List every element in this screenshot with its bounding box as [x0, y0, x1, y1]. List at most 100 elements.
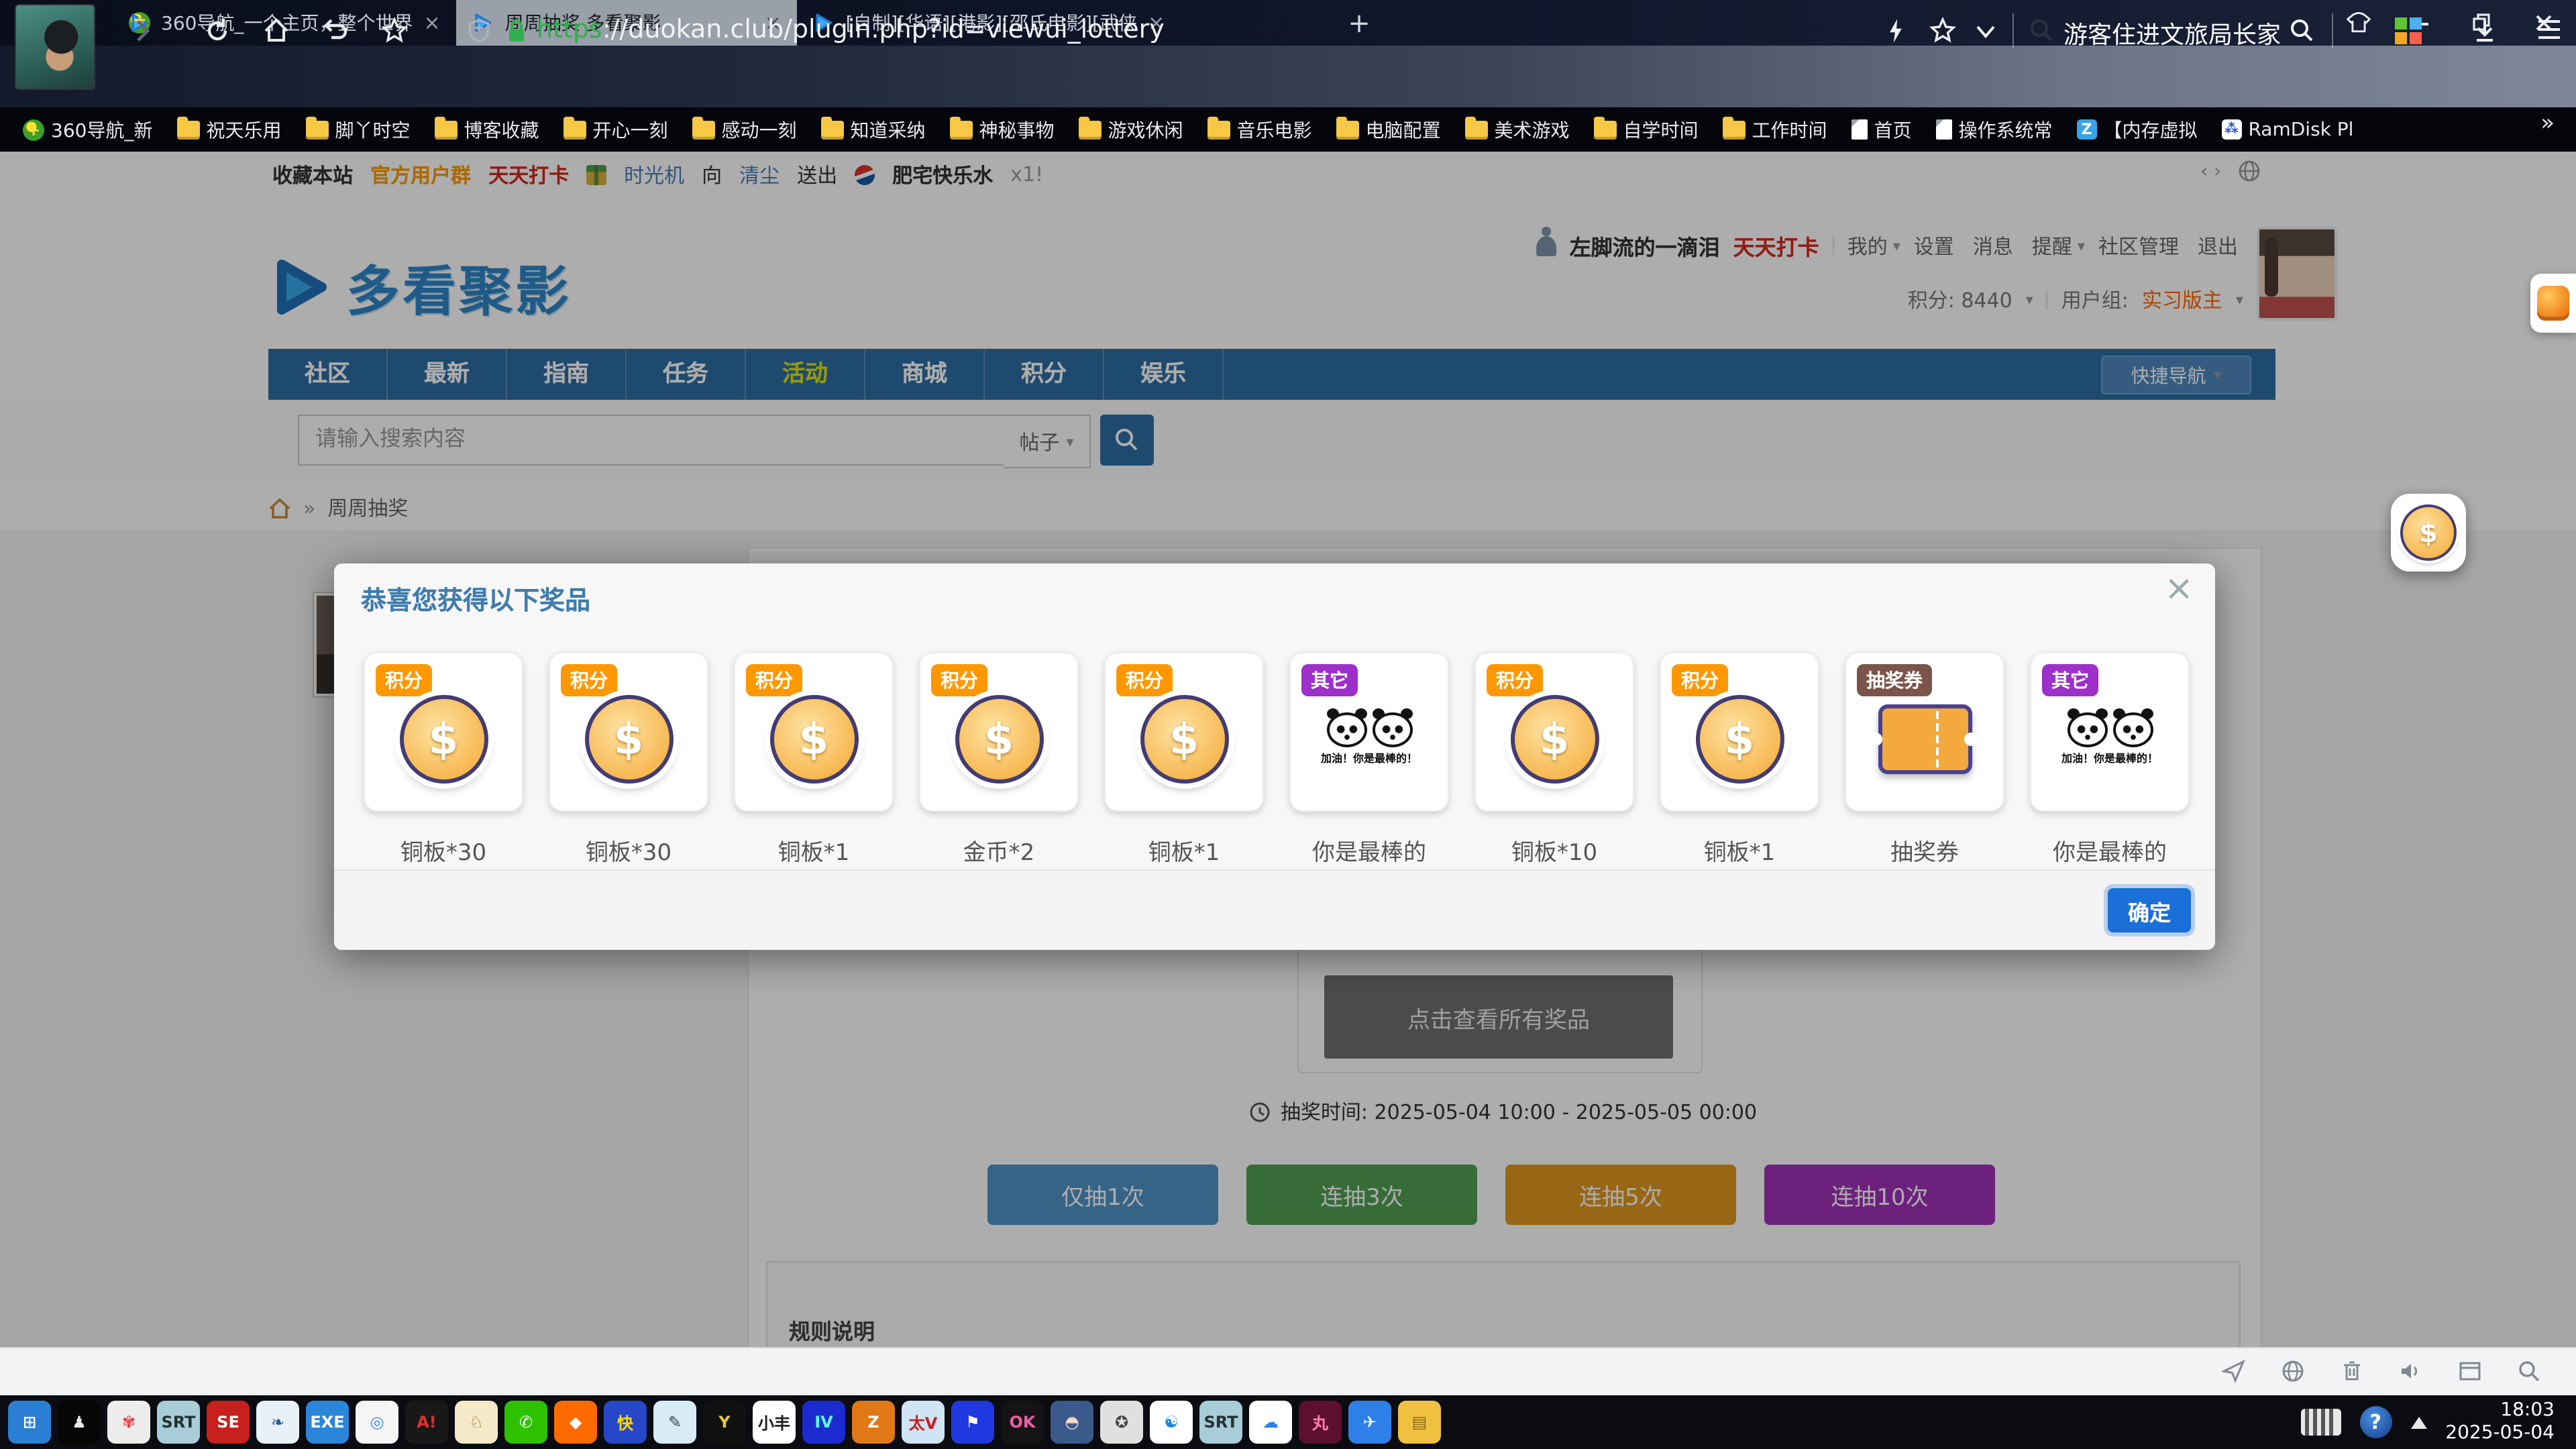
taskbar-app-icon[interactable]: A!: [405, 1401, 448, 1444]
bookmark-item[interactable]: 音乐电影: [1195, 116, 1324, 143]
taskbar-app-icon[interactable]: ✆: [504, 1401, 547, 1444]
coin-icon: [955, 695, 1043, 784]
screen: 360导航_一个主页，整个世界 × 周周抽奖 多看聚影 × [自制][华语][港…: [0, 0, 2576, 1449]
prize-card[interactable]: 积分: [919, 652, 1079, 812]
taskbar-app-icon[interactable]: ✪: [1100, 1401, 1143, 1444]
taskbar-app-icon[interactable]: Z: [852, 1401, 895, 1444]
help-icon[interactable]: ?: [2359, 1406, 2392, 1438]
taskbar-app-icon[interactable]: ✾: [107, 1401, 150, 1444]
taskbar-app-icon[interactable]: ✈: [1348, 1401, 1391, 1444]
page-search-icon[interactable]: [2517, 1359, 2541, 1383]
new-tab-button[interactable]: +: [1342, 5, 1377, 40]
forward-icon[interactable]: [129, 17, 156, 44]
bookmark-item[interactable]: 电脑配置: [1324, 116, 1452, 143]
bookmark-item[interactable]: 美术游戏: [1452, 116, 1581, 143]
speaker-icon[interactable]: [2399, 1359, 2423, 1383]
prize-card[interactable]: 积分: [1104, 652, 1264, 812]
taskbar-app-icon[interactable]: ⊞: [8, 1401, 51, 1444]
confirm-button[interactable]: 确定: [2108, 888, 2191, 932]
bookmark-item[interactable]: 开心一刻: [551, 116, 680, 143]
bookmark-item[interactable]: 【内存虚拟: [2064, 116, 2209, 143]
prize-card[interactable]: 其它 加油！你是最棒的！: [2030, 652, 2190, 812]
prize-card[interactable]: 其它 加油！你是最棒的！: [1289, 652, 1449, 812]
bookmark-icon: [434, 120, 457, 139]
search-go-icon[interactable]: [2289, 17, 2316, 44]
bookmark-item[interactable]: 360导航_新: [11, 116, 164, 143]
globe-icon[interactable]: [2281, 1359, 2305, 1383]
favorite-star-icon[interactable]: [381, 17, 408, 44]
bookmark-item[interactable]: 工作时间: [1710, 116, 1839, 143]
taskbar-app-icon[interactable]: ❧: [256, 1401, 299, 1444]
taskbar-app-icon[interactable]: ◓: [1051, 1401, 1093, 1444]
taskbar-app-icon[interactable]: IV: [802, 1401, 845, 1444]
prize-card[interactable]: 积分: [734, 652, 894, 812]
bookmarks-overflow-icon[interactable]: »: [2540, 110, 2555, 137]
app-grid-icon[interactable]: [2394, 16, 2423, 46]
chevron-down-icon[interactable]: [1975, 24, 1996, 40]
taskbar-app-icon[interactable]: ◆: [554, 1401, 597, 1444]
prize-card[interactable]: 积分: [1474, 652, 1634, 812]
window-icon[interactable]: [2458, 1359, 2482, 1383]
send-icon[interactable]: [2222, 1359, 2246, 1383]
taskbar-app-icon[interactable]: ▤: [1398, 1401, 1441, 1444]
taskbar-app-icon[interactable]: 丸: [1299, 1401, 1342, 1444]
prize-card[interactable]: 积分: [549, 652, 708, 812]
shield-icon[interactable]: [467, 19, 491, 43]
taskbar-app-icon[interactable]: Y: [703, 1401, 746, 1444]
prize-label: 铜板*10: [1474, 833, 1634, 867]
bookmark-star-icon[interactable]: [1929, 17, 1956, 44]
trash-icon[interactable]: [2340, 1359, 2364, 1383]
prize-card[interactable]: 抽奖券: [1845, 652, 2004, 812]
clock-time: 18:03: [2445, 1399, 2555, 1422]
bookmark-item[interactable]: 祝天乐用: [164, 116, 293, 143]
bookmark-item[interactable]: 脚丫时空: [293, 116, 422, 143]
bookmark-label: 360导航_新: [51, 116, 152, 143]
browser-profile-photo[interactable]: [16, 5, 94, 89]
modal-close-icon[interactable]: ×: [2164, 569, 2194, 609]
theme-skin-icon[interactable]: [2345, 9, 2372, 36]
taskbar-clock[interactable]: 18:03 2025-05-04: [2445, 1399, 2563, 1445]
taskbar-app-icon[interactable]: OK: [1001, 1401, 1044, 1444]
bookmark-item[interactable]: 感动一刻: [680, 116, 808, 143]
bookmark-item[interactable]: 自学时间: [1581, 116, 1710, 143]
bookmark-item[interactable]: 神秘事物: [937, 116, 1066, 143]
prize-list: 积分 铜板*30 积分: [364, 652, 2190, 867]
taskbar-app-icon[interactable]: 快: [604, 1401, 647, 1444]
undo-icon[interactable]: [322, 17, 349, 44]
prize-card[interactable]: 积分: [364, 652, 523, 812]
taskbar-app-icon[interactable]: ◎: [356, 1401, 398, 1444]
bookmark-item[interactable]: RamDisk Pl: [2209, 119, 2365, 140]
bookmark-item[interactable]: 首页: [1839, 116, 1923, 143]
taskbar-app-icon[interactable]: ☁: [1249, 1401, 1292, 1444]
keyboard-layout-icon[interactable]: [2300, 1409, 2341, 1436]
taskbar-app-icon[interactable]: EXE: [306, 1401, 349, 1444]
quick-search-input[interactable]: 游客住进文旅局长家: [2063, 16, 2281, 51]
menu-hamburger-icon[interactable]: [2536, 17, 2563, 42]
taskbar-app-icon[interactable]: 小丰: [753, 1401, 796, 1444]
download-icon[interactable]: [2471, 17, 2498, 44]
reload-icon[interactable]: [204, 17, 231, 44]
taskbar-app-icon[interactable]: ☯: [1150, 1401, 1193, 1444]
taskbar-app-icon[interactable]: ♟: [58, 1401, 101, 1444]
taskbar-app-icon[interactable]: SRT: [157, 1401, 200, 1444]
bookmark-item[interactable]: 博客收藏: [422, 116, 551, 143]
tray-expand-icon[interactable]: [2410, 1416, 2426, 1428]
taskbar-app-icon[interactable]: ✎: [653, 1401, 696, 1444]
bookmark-icon: [563, 120, 586, 139]
floating-coin-button[interactable]: [2391, 494, 2466, 572]
address-bar[interactable]: https://duokan.club/plugin.php?id=viewui…: [537, 15, 1165, 44]
bookmark-item[interactable]: 操作系统常: [1923, 116, 2064, 143]
tab-close-icon[interactable]: ×: [423, 11, 440, 35]
floating-sidebar-widget[interactable]: [2530, 274, 2576, 333]
home-icon[interactable]: [263, 17, 290, 44]
bookmark-icon: [2221, 119, 2241, 140]
taskbar-app-icon[interactable]: ⚑: [951, 1401, 994, 1444]
taskbar-app-icon[interactable]: 太V: [902, 1401, 945, 1444]
bookmark-item[interactable]: 知道采纳: [808, 116, 937, 143]
bookmark-item[interactable]: 游戏休闲: [1066, 116, 1195, 143]
prize-card[interactable]: 积分: [1660, 652, 1819, 812]
taskbar-app-icon[interactable]: SRT: [1199, 1401, 1242, 1444]
lightning-icon[interactable]: [1884, 17, 1908, 44]
taskbar-app-icon[interactable]: ♘: [455, 1401, 498, 1444]
taskbar-app-icon[interactable]: SE: [207, 1401, 250, 1444]
